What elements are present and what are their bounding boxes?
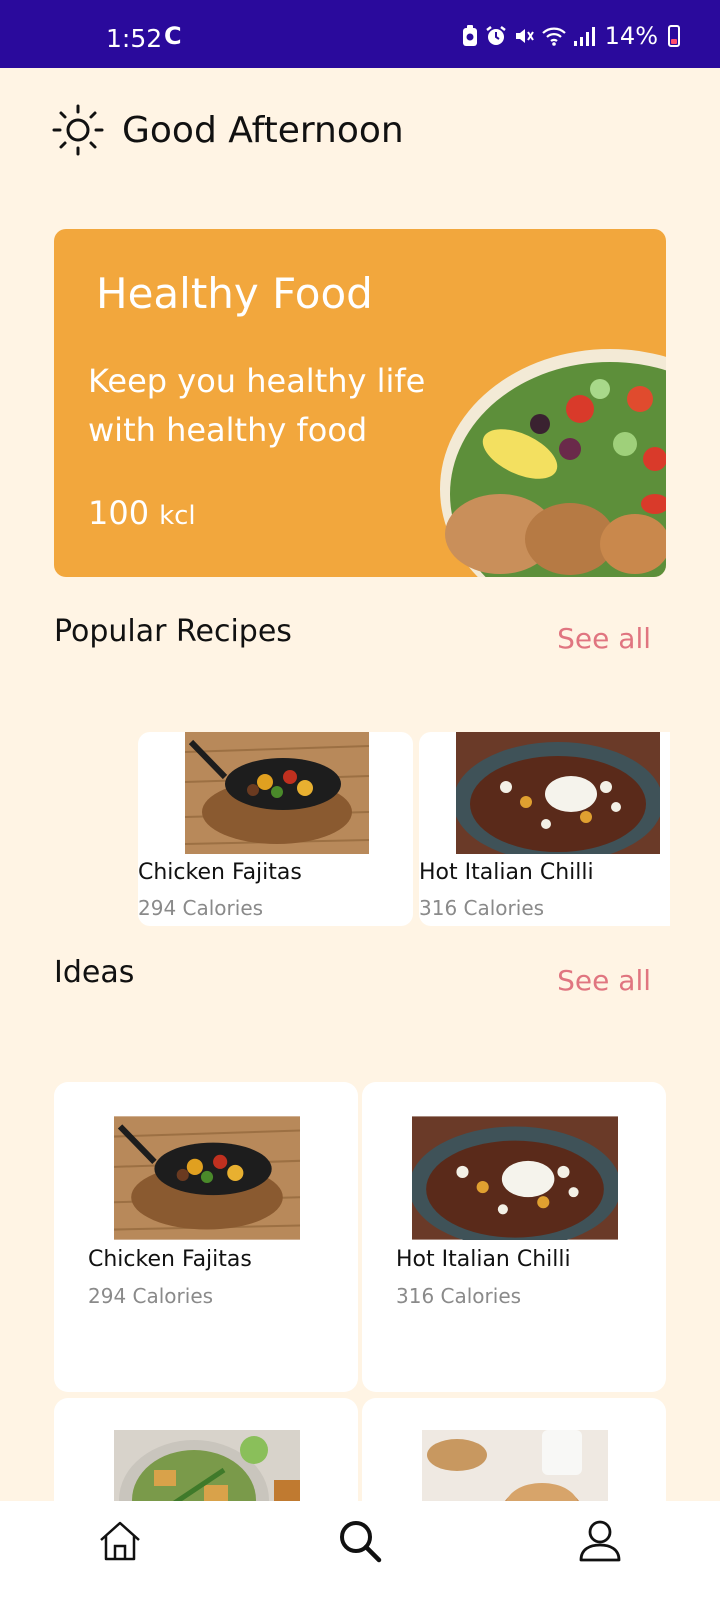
idea-card[interactable]: Chicken Fajitas 294 Calories <box>54 1082 358 1392</box>
search-icon <box>340 1521 382 1563</box>
banner-kcal-unit: kcl <box>159 501 196 531</box>
nav-home-button[interactable] <box>85 1511 155 1571</box>
battery-icon <box>668 25 680 47</box>
home-icon <box>100 1521 140 1561</box>
salad-bowl-image <box>440 349 666 577</box>
idea-card[interactable]: Hot Italian Chilli 316 Calories <box>362 1082 666 1392</box>
profile-icon <box>579 1520 621 1562</box>
wifi-icon <box>541 27 566 46</box>
ideas-see-all-link[interactable]: See all <box>557 964 651 997</box>
status-bar: 1:52 C 14% <box>0 0 720 68</box>
recipe-name: Hot Italian Chilli <box>419 860 594 885</box>
popular-recipe-card[interactable]: Chicken Fajitas 294 Calories <box>138 732 413 926</box>
sun-icon <box>52 104 104 156</box>
mute-icon <box>515 29 534 43</box>
chicken-fajitas-image <box>114 1116 300 1240</box>
nav-profile-button[interactable] <box>565 1511 635 1571</box>
popular-recipe-card[interactable]: Hot Italian Chilli 316 Calories <box>419 732 670 926</box>
ideas-title: Ideas <box>54 955 135 990</box>
popular-recipes-title: Popular Recipes <box>54 614 292 649</box>
chicken-fajitas-image <box>185 732 369 854</box>
idea-name: Hot Italian Chilli <box>396 1247 571 1272</box>
battery-percent: 14% <box>604 22 658 50</box>
alarm-icon <box>485 26 506 45</box>
recipe-calories: 316 Calories <box>419 896 545 920</box>
idea-name: Chicken Fajitas <box>88 1247 252 1272</box>
hot-italian-chilli-image <box>412 1116 618 1240</box>
healthy-food-banner[interactable]: Healthy Food Keep you healthy life with … <box>54 229 666 577</box>
greeting-text: Good Afternoon <box>122 109 404 151</box>
banner-calories: 100 kcl <box>88 494 196 532</box>
bottom-nav <box>0 1501 720 1600</box>
idea-calories: 316 Calories <box>396 1284 522 1308</box>
banner-kcal-value: 100 <box>88 494 150 532</box>
hot-italian-chilli-image <box>456 732 660 854</box>
greeting: Good Afternoon <box>52 104 404 156</box>
popular-see-all-link[interactable]: See all <box>557 622 651 655</box>
recipe-name: Chicken Fajitas <box>138 860 302 885</box>
idea-calories: 294 Calories <box>88 1284 214 1308</box>
sync-icon: C <box>164 22 182 50</box>
recipe-calories: 294 Calories <box>138 896 264 920</box>
battery-saver-icon <box>462 25 477 46</box>
banner-title: Healthy Food <box>96 269 373 318</box>
nav-search-button[interactable] <box>325 1511 395 1571</box>
banner-subtitle: Keep you healthy life with healthy food <box>88 362 426 449</box>
signal-icon <box>573 27 595 46</box>
status-icons: 14% <box>461 22 680 50</box>
status-time: 1:52 <box>106 24 163 53</box>
